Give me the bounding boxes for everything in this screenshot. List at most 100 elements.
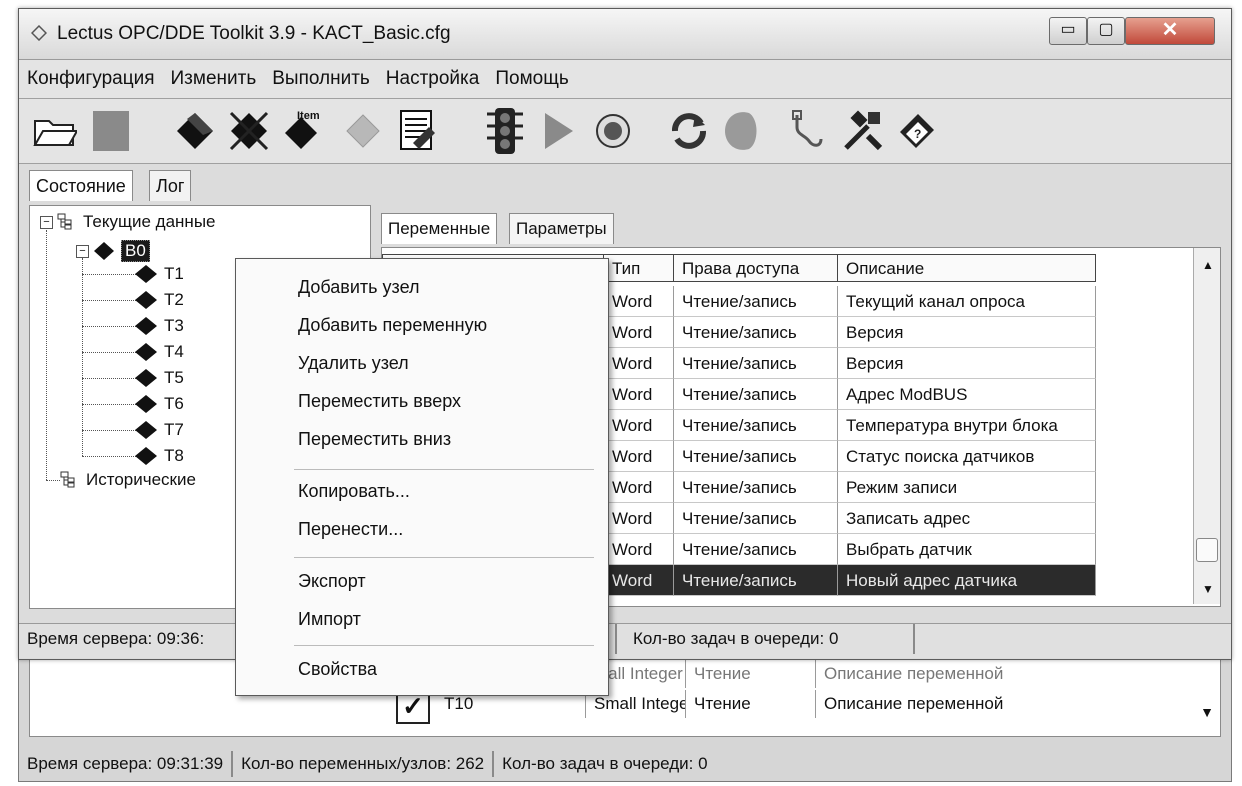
row-description-cell: Записать адрес [838, 503, 1096, 534]
menu-add-node[interactable]: Добавить узел [298, 277, 420, 298]
menu-separator [294, 557, 594, 558]
menu-move-up[interactable]: Переместить вверх [298, 391, 461, 412]
row-access-cell: Чтение/запись [674, 565, 838, 596]
row-access-cell: Чтение/запись [674, 379, 838, 410]
tree-item-t3[interactable]: T3 [134, 316, 184, 336]
menu-run[interactable]: Выполнить [272, 68, 370, 90]
tab-status[interactable]: Состояние [29, 170, 133, 201]
row-description-cell: Температура внутри блока [838, 410, 1096, 441]
collapse-icon[interactable]: − [76, 244, 89, 258]
background-variable-table: mall Integer Чтение Описание переменной … [29, 659, 1221, 737]
tree-item-history[interactable]: Исторические [60, 470, 196, 490]
play-icon[interactable] [531, 105, 583, 157]
tree-item-label: T1 [164, 264, 184, 283]
row-access-cell: Чтение/запись [674, 317, 838, 348]
tab-log[interactable]: Лог [149, 170, 192, 201]
row-access-cell: Чтение [686, 660, 816, 688]
scroll-up-icon[interactable]: ▲ [1202, 258, 1214, 272]
row-access-cell: Чтение/запись [674, 410, 838, 441]
background-table-row[interactable]: mall Integer Чтение Описание переменной [586, 660, 1056, 688]
outer-tab-strip: Состояние Лог [19, 164, 1231, 206]
status-bar: Время сервера: 09:36: Кол-во задач в оче… [19, 623, 1231, 658]
menu-import[interactable]: Импорт [298, 609, 361, 630]
row-description-cell: Версия [838, 348, 1096, 379]
menu-transfer[interactable]: Перенести... [298, 519, 403, 540]
tree-folder-icon [57, 213, 72, 230]
row-access-cell: Чтение/запись [674, 472, 838, 503]
menu-move-down[interactable]: Переместить вниз [298, 429, 451, 450]
row-description-cell: Статус поиска датчиков [838, 441, 1096, 472]
open-folder-icon[interactable] [29, 105, 81, 157]
maximize-button[interactable]: ▢ [1087, 17, 1125, 45]
disabled-cloud-icon[interactable] [715, 105, 767, 157]
variable-icon [135, 395, 157, 413]
tree-folder-icon [60, 471, 75, 488]
column-header-access[interactable]: Права доступа [674, 254, 838, 282]
variable-icon [135, 291, 157, 309]
row-type-cell: Word [604, 317, 674, 348]
node-icon [94, 242, 114, 260]
app-icon [31, 25, 47, 41]
collapse-icon[interactable]: − [40, 215, 53, 229]
disabled-item-icon[interactable] [337, 105, 389, 157]
row-type-cell: Word [604, 503, 674, 534]
tab-parameters[interactable]: Параметры [509, 213, 614, 244]
tree-item-t4[interactable]: T4 [134, 342, 184, 362]
menu-settings[interactable]: Настройка [386, 68, 480, 90]
main-window: Lectus OPC/DDE Toolkit 3.9 - KACT_Basic.… [18, 8, 1232, 660]
scroll-down-icon[interactable]: ▼ [1202, 582, 1214, 596]
row-description-cell: Версия [838, 317, 1096, 348]
tree-item-label: T4 [164, 342, 184, 361]
variable-icon [135, 343, 157, 361]
tree-item-t8[interactable]: T8 [134, 446, 184, 466]
minimize-button[interactable]: ▭ [1049, 17, 1087, 45]
menu-copy[interactable]: Копировать... [298, 481, 410, 502]
add-item-icon[interactable]: Item [275, 105, 327, 157]
menu-export[interactable]: Экспорт [298, 571, 366, 592]
title-bar[interactable]: Lectus OPC/DDE Toolkit 3.9 - KACT_Basic.… [19, 9, 1231, 60]
row-access-cell: Чтение [686, 690, 816, 718]
scroll-thumb[interactable] [1196, 538, 1218, 562]
column-header-type[interactable]: Тип [604, 254, 674, 282]
tree-node-b0[interactable]: − B0 [76, 240, 150, 262]
tree-item-t1[interactable]: T1 [134, 264, 184, 284]
tree-item-t2[interactable]: T2 [134, 290, 184, 310]
row-type-cell: Word [604, 286, 674, 317]
row-access-cell: Чтение/запись [674, 286, 838, 317]
menu-help[interactable]: Помощь [495, 68, 568, 90]
menu-properties[interactable]: Свойства [298, 659, 377, 680]
stop-icon[interactable] [587, 105, 639, 157]
tab-variables[interactable]: Переменные [381, 213, 498, 244]
status-empty [915, 624, 931, 654]
traffic-light-icon[interactable] [479, 105, 531, 157]
export-document-icon[interactable] [391, 105, 443, 157]
table-scrollbar[interactable]: ▲ ▼ [1193, 248, 1220, 604]
tree-item-current-data[interactable]: − Текущие данные [40, 212, 216, 232]
row-description-cell: Режим записи [838, 472, 1096, 503]
menu-add-variable[interactable]: Добавить переменную [298, 315, 487, 336]
background-status-bar: Время сервера: 09:31:39 Кол-во переменны… [19, 751, 1231, 779]
connection-icon[interactable] [783, 105, 835, 157]
row-access-cell: Чтение/запись [674, 503, 838, 534]
add-node-icon[interactable] [169, 105, 221, 157]
toolbar: Item ? [19, 99, 1231, 164]
tree-item-t6[interactable]: T6 [134, 394, 184, 414]
column-header-description[interactable]: Описание [838, 254, 1096, 282]
help-book-icon[interactable]: ? [891, 105, 943, 157]
tools-icon[interactable] [837, 105, 889, 157]
row-description-cell: Описание переменной [824, 694, 1004, 713]
tree-item-t7[interactable]: T7 [134, 420, 184, 440]
row-description-cell: Выбрать датчик [838, 534, 1096, 565]
menu-edit[interactable]: Изменить [171, 68, 257, 90]
scroll-down-icon[interactable]: ▼ [1200, 704, 1214, 720]
row-description-cell: Текущий канал опроса [838, 286, 1096, 317]
refresh-icon[interactable] [663, 105, 715, 157]
save-icon[interactable] [85, 105, 137, 157]
tree-item-label: T7 [164, 420, 184, 439]
delete-node-icon[interactable] [223, 105, 275, 157]
menu-configuration[interactable]: Конфигурация [27, 68, 155, 90]
close-button[interactable]: ✕ [1125, 17, 1215, 45]
tree-item-t5[interactable]: T5 [134, 368, 184, 388]
menu-delete-node[interactable]: Удалить узел [298, 353, 409, 374]
row-type-cell: Word [604, 348, 674, 379]
